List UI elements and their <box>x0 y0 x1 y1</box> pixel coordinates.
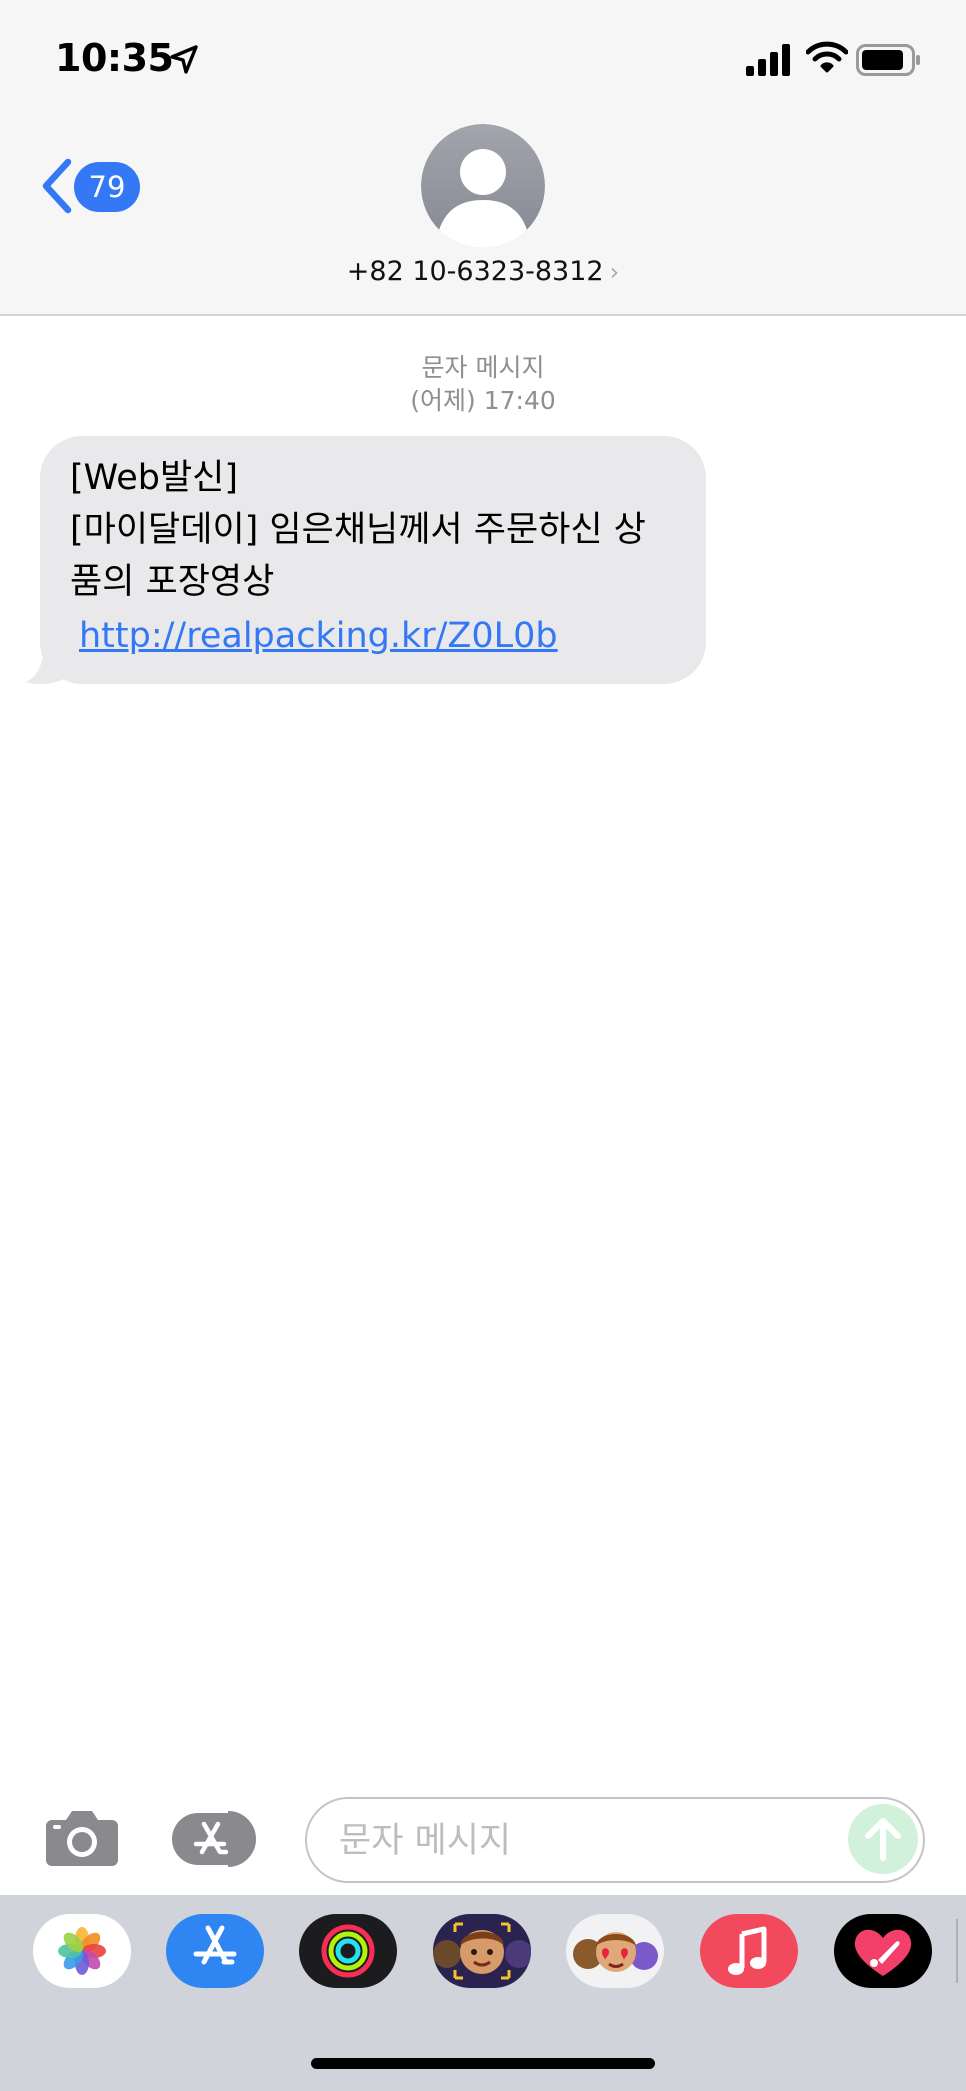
contact-avatar[interactable] <box>421 124 545 248</box>
app-store-icon <box>193 1925 237 1965</box>
memoji-icon <box>433 1922 531 1980</box>
memoji-app[interactable] <box>433 1914 531 1988</box>
message-input[interactable] <box>337 1799 841 1883</box>
unread-count-badge: 79 <box>74 162 140 212</box>
send-button[interactable] <box>848 1804 918 1874</box>
animoji-stickers-app[interactable] <box>566 1914 664 1988</box>
activity-app[interactable] <box>299 1914 397 1988</box>
music-app[interactable] <box>700 1914 798 1988</box>
chevron-right-icon: › <box>609 258 620 286</box>
animoji-stickers-icon <box>573 1932 658 1972</box>
wifi-icon <box>806 41 848 73</box>
service-label: 문자 메시지 <box>421 353 545 382</box>
chevron-left-icon <box>42 158 72 214</box>
camera-icon <box>46 1811 118 1866</box>
conversation-header: 10:35 79 +82 10-6323-8312 › <box>0 0 966 316</box>
app-store-button[interactable] <box>170 1810 266 1872</box>
message-timestamp: (어제) 17:40 <box>410 386 556 415</box>
message-line: [마이달데이] 임은채님께서 주문하신 상 <box>70 510 646 550</box>
arrow-up-icon <box>865 1818 901 1861</box>
message-link[interactable]: http://realpacking.kr/Z0L0b <box>70 608 558 664</box>
digital-touch-icon <box>854 1929 912 1976</box>
contact-name-button[interactable]: +82 10-6323-8312 › <box>0 256 966 287</box>
music-note-icon <box>728 1926 767 1975</box>
photos-icon <box>58 1927 106 1975</box>
contact-number: +82 10-6323-8312 <box>346 256 604 287</box>
message-bubble[interactable]: [Web발신] [마이달데이] 임은채님께서 주문하신 상 품의 포장영상 ht… <box>40 436 706 684</box>
home-indicator[interactable] <box>311 2058 655 2069</box>
camera-button[interactable] <box>44 1808 120 1872</box>
drawer-scroll-edge <box>956 1919 958 1983</box>
battery-icon <box>856 44 920 76</box>
activity-icon <box>321 1924 375 1978</box>
app-store-icon <box>172 1811 256 1867</box>
photos-app[interactable] <box>33 1914 131 1988</box>
location-arrow-icon <box>170 45 198 74</box>
app-store-app[interactable] <box>166 1914 264 1988</box>
back-button[interactable]: 79 <box>38 156 148 218</box>
status-time: 10:35 <box>55 36 174 80</box>
cellular-signal-icon <box>746 44 790 76</box>
digital-touch-app[interactable] <box>834 1914 932 1988</box>
person-silhouette-icon <box>421 124 545 248</box>
message-line: 품의 포장영상 <box>70 562 275 602</box>
message-line: [Web발신] <box>70 458 239 498</box>
message-compose-field[interactable] <box>305 1797 925 1883</box>
